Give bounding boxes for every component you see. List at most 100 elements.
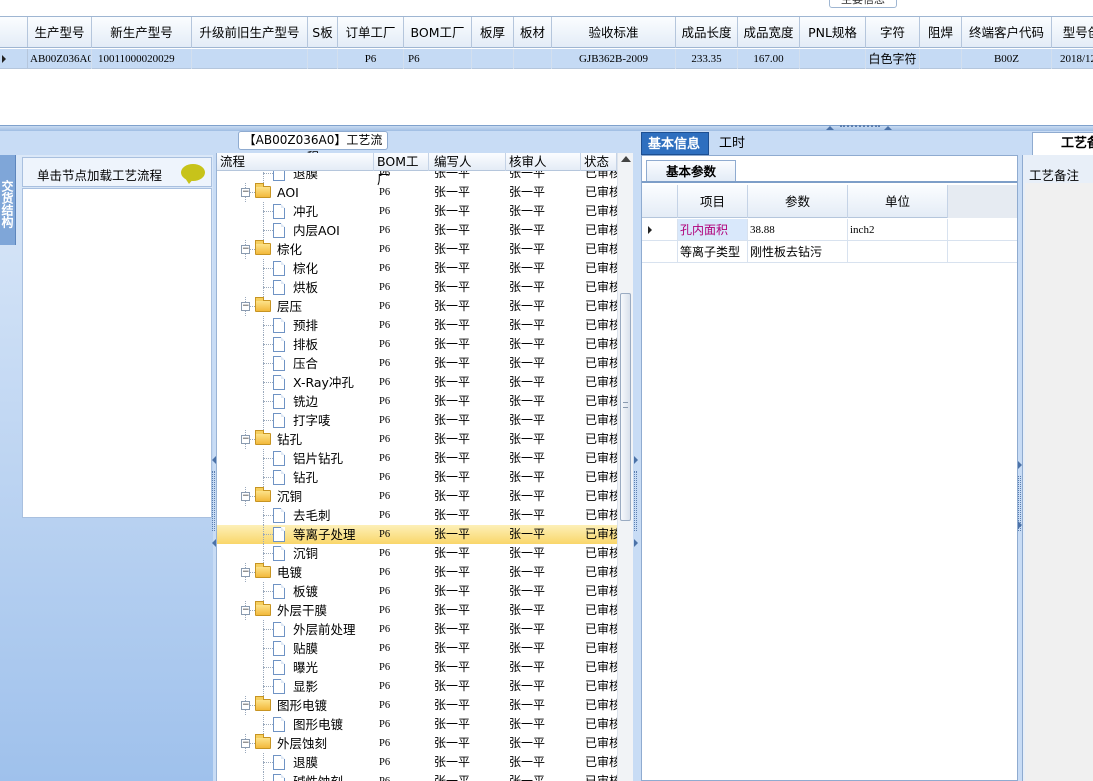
collapse-toggle-icon[interactable]: − <box>241 302 250 311</box>
tab-work-hours[interactable]: 工时 <box>713 132 753 155</box>
table-cell[interactable] <box>308 49 338 69</box>
tab-basic-info[interactable]: 基本信息 <box>641 132 709 155</box>
param-cell-unit[interactable] <box>848 241 948 262</box>
col-header-7[interactable]: 板材 <box>514 17 552 48</box>
col-header-3[interactable]: S板 <box>308 17 338 48</box>
param-cell-unit[interactable]: inch2 <box>848 219 948 240</box>
tab-process-notes[interactable]: 工艺备注 <box>1032 132 1093 155</box>
tree-row[interactable]: 退膜 P6 张一平 张一平 已审核 <box>217 753 617 772</box>
tree-row[interactable]: 钻孔 P6 张一平 张一平 已审核 <box>217 468 617 487</box>
tree-row[interactable]: 等离子处理 P6 张一平 张一平 已审核 <box>217 525 617 544</box>
tree-row[interactable]: 打字唛 P6 张一平 张一平 已审核 <box>217 411 617 430</box>
tree-row[interactable]: − 钻孔 P6 张一平 张一平 已审核 <box>217 430 617 449</box>
collapse-toggle-icon[interactable]: − <box>241 245 250 254</box>
col-header-9[interactable]: 成品长度 <box>676 17 738 48</box>
param-cell-name[interactable]: 孔内面积 <box>678 219 748 240</box>
collapse-toggle-icon[interactable]: − <box>241 492 250 501</box>
col-header-8[interactable]: 验收标准 <box>552 17 676 48</box>
param-row[interactable]: 孔内面积 38.88 inch2 <box>642 219 1017 241</box>
tree-row[interactable]: 去毛刺 P6 张一平 张一平 已审核 <box>217 506 617 525</box>
tree-row[interactable]: 内层AOI P6 张一平 张一平 已审核 <box>217 221 617 240</box>
tree-row[interactable]: 贴膜 P6 张一平 张一平 已审核 <box>217 639 617 658</box>
table-cell[interactable] <box>472 49 514 69</box>
collapse-toggle-icon[interactable]: − <box>241 568 250 577</box>
col-header-5[interactable]: BOM工厂 <box>404 17 472 48</box>
tree-row[interactable]: 烘板 P6 张一平 张一平 已审核 <box>217 278 617 297</box>
col-header-11[interactable]: PNL规格 <box>800 17 866 48</box>
tree-row[interactable]: − 外层蚀刻 P6 张一平 张一平 已审核 <box>217 734 617 753</box>
col-header-0[interactable]: 生产型号 <box>28 17 92 48</box>
tree-row[interactable]: − 层压 P6 张一平 张一平 已审核 <box>217 297 617 316</box>
col-header-2[interactable]: 升级前旧生产型号 <box>192 17 308 48</box>
tree-row[interactable]: 铣边 P6 张一平 张一平 已审核 <box>217 392 617 411</box>
col-header-item[interactable]: 项目 <box>678 185 748 218</box>
tree-row[interactable]: − 棕化 P6 张一平 张一平 已审核 <box>217 240 617 259</box>
tree-row[interactable]: 压合 P6 张一平 张一平 已审核 <box>217 354 617 373</box>
tree-col-header-1[interactable]: BOM工厂 <box>374 153 429 187</box>
table-cell[interactable] <box>920 49 962 69</box>
expand-right-arrow-icon[interactable] <box>634 456 638 464</box>
col-header-12[interactable]: 字符 <box>866 17 920 48</box>
tree-row[interactable]: − 外层干膜 P6 张一平 张一平 已审核 <box>217 601 617 620</box>
tree-row[interactable]: 退膜 P6 张一平 张一平 已审核 <box>217 171 617 183</box>
collapse-toggle-icon[interactable]: − <box>241 435 250 444</box>
collapse-toggle-icon[interactable]: − <box>241 606 250 615</box>
tree-col-header-0[interactable]: 流程 <box>217 153 374 171</box>
tree-row[interactable]: − 电镀 P6 张一平 张一平 已审核 <box>217 563 617 582</box>
tree-row[interactable]: 外层前处理 P6 张一平 张一平 已审核 <box>217 620 617 639</box>
splitter-grip[interactable] <box>634 471 637 531</box>
table-cell[interactable]: P6 <box>404 49 472 69</box>
row-selector[interactable] <box>642 219 678 240</box>
table-row[interactable]: AB00Z036A0 10011000020029 P6 P6 GJB362B-2009… <box>0 49 1093 69</box>
row-selector[interactable] <box>0 49 28 68</box>
col-header-4[interactable]: 订单工厂 <box>338 17 404 48</box>
tree-row[interactable]: − AOI P6 张一平 张一平 已审核 <box>217 183 617 202</box>
scroll-up-arrow-icon[interactable] <box>621 156 631 162</box>
param-cell-value[interactable]: 刚性板去钻污 <box>748 241 848 262</box>
col-header-10[interactable]: 成品宽度 <box>738 17 800 48</box>
tree-row[interactable]: 棕化 P6 张一平 张一平 已审核 <box>217 259 617 278</box>
tree-row[interactable]: 铝片钻孔 P6 张一平 张一平 已审核 <box>217 449 617 468</box>
tree-row[interactable]: 沉铜 P6 张一平 张一平 已审核 <box>217 544 617 563</box>
table-cell[interactable]: 2018/12 <box>1052 49 1093 69</box>
table-cell[interactable]: GJB362B-2009 <box>552 49 676 69</box>
splitter-up-arrow-icon[interactable] <box>884 126 892 130</box>
expand-right-arrow-icon[interactable] <box>634 539 638 547</box>
tree-row[interactable]: − 图形电镀 P6 张一平 张一平 已审核 <box>217 696 617 715</box>
scroll-thumb[interactable] <box>620 293 631 521</box>
tree-row[interactable]: X-Ray冲孔 P6 张一平 张一平 已审核 <box>217 373 617 392</box>
collapse-toggle-icon[interactable]: − <box>241 701 250 710</box>
tree-col-header-2[interactable]: 编写人 <box>431 153 506 171</box>
tree-row[interactable]: 排板 P6 张一平 张一平 已审核 <box>217 335 617 354</box>
col-header-1[interactable]: 新生产型号 <box>92 17 192 48</box>
node-tree-area[interactable] <box>22 188 212 518</box>
vertical-tab[interactable]: 交货结构 <box>0 155 16 245</box>
tree-row[interactable]: 冲孔 P6 张一平 张一平 已审核 <box>217 202 617 221</box>
tree-row[interactable]: 显影 P6 张一平 张一平 已审核 <box>217 677 617 696</box>
col-header-unit[interactable]: 单位 <box>848 185 948 218</box>
vertical-scrollbar[interactable] <box>617 153 633 781</box>
table-cell[interactable]: P6 <box>338 49 404 69</box>
table-cell[interactable]: 233.35 <box>676 49 738 69</box>
tree-col-header-3[interactable]: 核审人 <box>506 153 581 171</box>
row-selector[interactable] <box>642 241 678 262</box>
collapse-toggle-icon[interactable]: − <box>241 188 250 197</box>
table-cell[interactable] <box>514 49 552 69</box>
splitter-up-arrow-icon[interactable] <box>826 126 834 130</box>
collapse-toggle-icon[interactable]: − <box>241 739 250 748</box>
tree-col-header-4[interactable]: 状态 <box>581 153 617 171</box>
table-cell[interactable] <box>192 49 308 69</box>
table-cell[interactable]: AB00Z036A0 <box>28 49 92 69</box>
param-cell-value[interactable]: 38.88 <box>748 219 848 240</box>
table-cell[interactable]: 白色字符 <box>866 49 920 69</box>
param-cell-name[interactable]: 等离子类型 <box>678 241 748 262</box>
tree-row[interactable]: 图形电镀 P6 张一平 张一平 已审核 <box>217 715 617 734</box>
table-cell[interactable]: B00Z <box>962 49 1052 69</box>
tree-row[interactable]: 板镀 P6 张一平 张一平 已审核 <box>217 582 617 601</box>
process-notes-area[interactable] <box>1025 183 1093 781</box>
tree-row[interactable]: 碱性蚀刻 P6 张一平 张一平 已审核 <box>217 772 617 781</box>
table-cell[interactable] <box>800 49 866 69</box>
tab-basic-params[interactable]: 基本参数 <box>646 160 736 182</box>
col-header-6[interactable]: 板厚 <box>472 17 514 48</box>
col-header-param[interactable]: 参数 <box>748 185 848 218</box>
